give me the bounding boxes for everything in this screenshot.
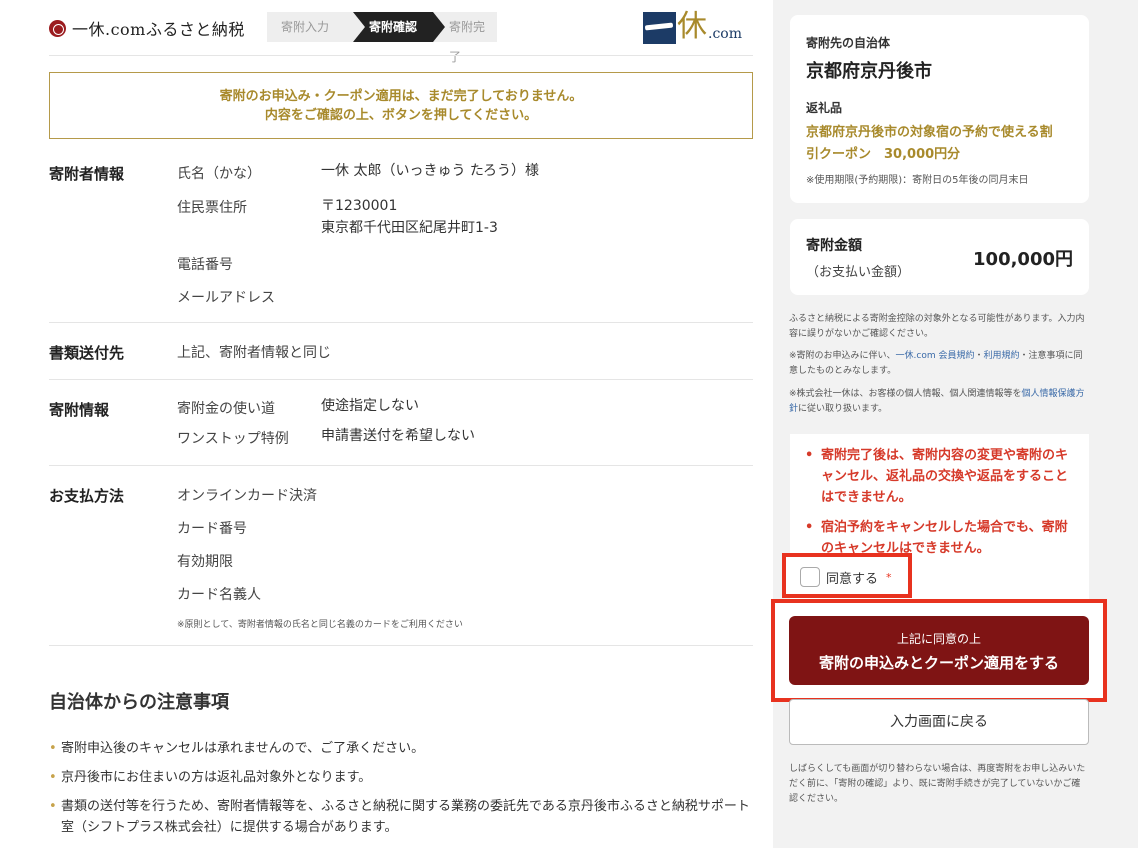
step-confirm: 寄附確認: [353, 12, 445, 42]
ikyu-brand-logo[interactable]: 休 .com: [643, 10, 753, 44]
name-value: 一休 太郎（いっきゅう たろう）様: [321, 163, 540, 179]
submit-line-2: 寄附の申込みとクーポン適用をする: [818, 654, 1059, 672]
header-divider: [49, 55, 753, 56]
member-terms-link[interactable]: 一休.com 会員規約: [896, 351, 975, 361]
agree-label: 同意する: [826, 571, 879, 587]
destination-card: 寄附先の自治体 京都府京丹後市 返礼品 京都府京丹後市の対象宿の予約で使える割 …: [790, 15, 1089, 203]
amount-value: 100,000円: [973, 249, 1073, 270]
donor-section-title: 寄附者情報: [49, 165, 125, 183]
municipality-label: 寄附先の自治体: [806, 36, 891, 50]
step-input: 寄附入力: [267, 12, 365, 42]
submit-donation-button[interactable]: 上記に同意の上 寄附の申込みとクーポン適用をする: [789, 616, 1089, 685]
use-label: 寄附金の使い道: [177, 401, 275, 417]
payment-method: オンラインカード決済: [177, 488, 317, 504]
phone-label: 電話番号: [177, 257, 233, 273]
notice-line-1: 寄附のお申込み・クーポン適用は、まだ完了しておりません。: [219, 89, 583, 104]
section-divider: [49, 322, 753, 323]
tax-note: ふるさと納税による寄附金控除の対象外となる可能性があります。入力内容に誤りがない…: [789, 314, 1085, 339]
use-value: 使途指定しない: [321, 398, 419, 414]
terms-text: ※寄附のお申込みに伴い、: [789, 351, 896, 361]
incomplete-notice: 寄附のお申込み・クーポン適用は、まだ完了しておりません。 内容をご確認の上、ボタ…: [49, 72, 753, 139]
list-item: 寄附申込後のキャンセルは承れませんので、ご了承ください。: [49, 738, 753, 759]
name-label: 氏名（かな）: [177, 166, 261, 182]
submit-line-1: 上記に同意の上: [896, 632, 981, 646]
address-value: 東京都千代田区紀尾井町1-3: [321, 220, 498, 236]
donation-section-title: 寄附情報: [49, 401, 110, 419]
expiry-label: 有効期限: [177, 554, 233, 570]
privacy-text-end: に従い取り扱います。: [798, 404, 888, 414]
terms-separator: ・: [974, 351, 984, 361]
site-name: 一休.comふるさと納税: [72, 20, 245, 39]
notes-list: 寄附申込後のキャンセルは承れませんので、ご了承ください。 京丹後市にお住まいの方…: [49, 738, 753, 846]
list-item: 書類の送付等を行うため、寄附者情報等を、ふるさと納税に関する業務の委託先である京…: [49, 796, 753, 838]
section-divider: [49, 379, 753, 380]
amount-card: 寄附金額 （お支払い金額） 100,000円: [790, 219, 1089, 295]
address-label: 住民票住所: [177, 200, 247, 216]
card-number-label: カード番号: [177, 521, 247, 537]
terms-note: ※寄附のお申込みに伴い、一休.com 会員規約・利用規約・注意事項に同意したもの…: [789, 349, 1089, 379]
list-item: 京丹後市にお住まいの方は返礼品対象外となります。: [49, 767, 753, 788]
postal-code: 〒1230001: [321, 198, 398, 214]
notes-title: 自治体からの注意事項: [49, 692, 229, 713]
bottom-note: しばらくしても画面が切り替わらない場合は、再度寄附をお申し込みいただく前に、「寄…: [789, 764, 1086, 804]
warning-list: 寄附完了後は、寄附内容の変更や寄附のキャンセル、返礼品の交換や返品をすることはで…: [805, 445, 1075, 568]
logo-mark-icon: [49, 19, 66, 37]
site-logo[interactable]: 一休.comふるさと納税: [49, 16, 245, 40]
warning-item: 寄附完了後は、寄附内容の変更や寄附のキャンセル、返礼品の交換や返品をすることはで…: [805, 445, 1075, 508]
agree-checkbox[interactable]: [800, 567, 820, 587]
agree-checkbox-row[interactable]: 同意する *: [800, 567, 892, 587]
back-to-input-button[interactable]: 入力画面に戻る: [789, 699, 1089, 745]
privacy-note: ※株式会社一休は、お客様の個人情報、個人関連情報等を個人情報保護方針に従い取り扱…: [789, 387, 1089, 417]
privacy-text: ※株式会社一休は、お客様の個人情報、個人関連情報等を: [789, 389, 1022, 399]
notice-line-2: 内容をご確認の上、ボタンを押してください。: [264, 108, 538, 123]
section-divider: [49, 465, 753, 466]
payment-section-title: お支払方法: [49, 487, 125, 505]
brand-kanji: 休: [677, 9, 707, 44]
brand-mark-icon: [643, 12, 676, 44]
gift-expiry: ※使用期限(予約期限)：寄附日の5年後の同月末日: [806, 175, 1029, 186]
gift-label: 返礼品: [806, 101, 843, 115]
gift-line-2: 引クーポン 30,000円分: [806, 147, 961, 162]
onestop-value: 申請書送付を希望しない: [321, 428, 475, 444]
shipping-value: 上記、寄附者情報と同じ: [177, 345, 331, 361]
onestop-label: ワンストップ特例: [177, 431, 289, 447]
gift-name: 京都府京丹後市の対象宿の予約で使える割 引クーポン 30,000円分: [806, 122, 1073, 166]
shipping-section-title: 書類送付先: [49, 344, 125, 362]
municipality-name: 京都府京丹後市: [806, 61, 932, 82]
progress-steps: 寄附入力 寄附確認 寄附完了: [267, 12, 497, 64]
terms-of-use-link[interactable]: 利用規約: [984, 351, 1020, 361]
brand-suffix: .com: [708, 26, 742, 42]
card-holder-label: カード名義人: [177, 587, 261, 603]
card-note: ※原則として、寄附者情報の氏名と同じ名義のカードをご利用ください: [177, 620, 463, 630]
email-label: メールアドレス: [177, 290, 275, 306]
gift-line-1: 京都府京丹後市の対象宿の予約で使える割: [806, 125, 1053, 140]
section-divider: [49, 645, 753, 646]
required-mark: *: [886, 570, 892, 584]
